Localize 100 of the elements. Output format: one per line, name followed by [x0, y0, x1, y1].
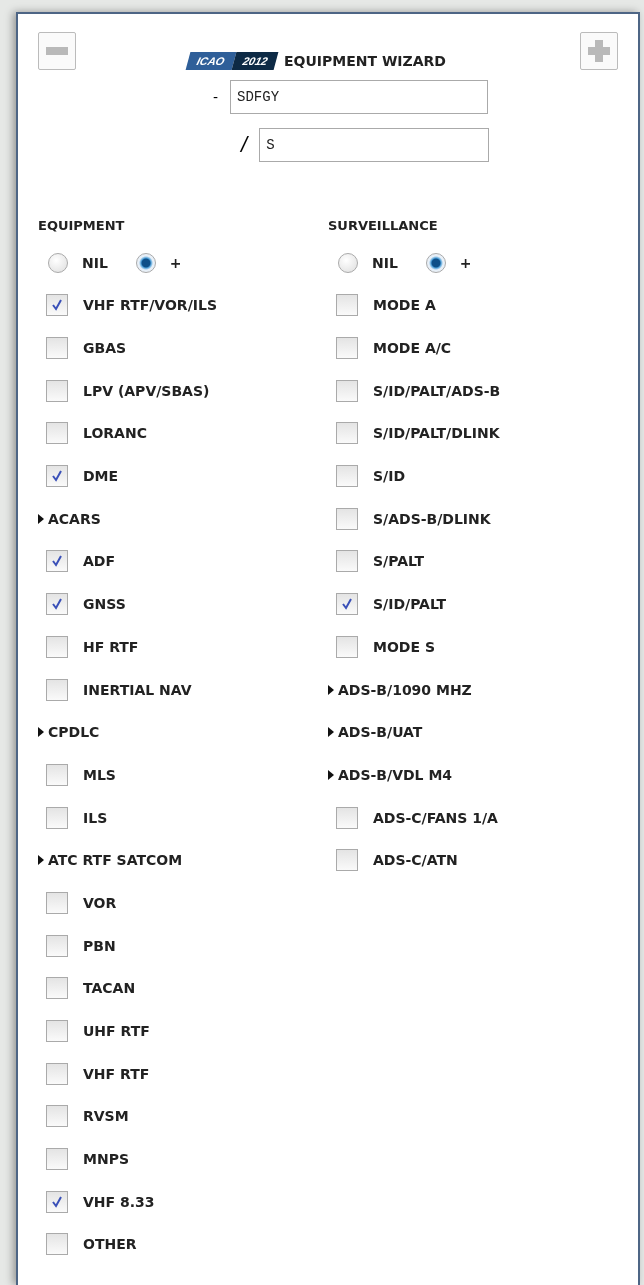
checkbox[interactable]: [336, 294, 358, 317]
checkbox-label: MODE A: [373, 297, 436, 314]
checkbox-label: GBAS: [83, 340, 127, 357]
checkbox[interactable]: [46, 934, 68, 957]
caret-icon: [328, 684, 334, 695]
checkbox[interactable]: [46, 550, 68, 573]
checkbox-label: MODE A/C: [373, 340, 452, 357]
checkbox[interactable]: [336, 635, 358, 658]
checkbox-label: PBN: [83, 937, 116, 954]
checkbox-label: ILS: [83, 809, 108, 826]
checkbox[interactable]: [46, 1062, 68, 1085]
checkbox[interactable]: [46, 1105, 68, 1128]
radio-label: NIL: [372, 255, 398, 271]
check-icon: [340, 597, 354, 612]
plus-icon: [588, 40, 610, 62]
caret-icon: [38, 855, 44, 866]
checkbox-label: S/ADS-B/DLINK: [373, 510, 491, 527]
checkbox-label: OTHER: [83, 1236, 137, 1253]
checkbox[interactable]: [46, 593, 68, 616]
expand-button[interactable]: [580, 32, 618, 70]
checkbox[interactable]: [336, 593, 358, 616]
check-icon: [50, 597, 64, 612]
checkbox-label: LPV (APV/SBAS): [83, 382, 210, 399]
section-heading: EQUIPMENT: [38, 218, 126, 235]
checkbox-label: VHF 8.33: [83, 1193, 155, 1210]
checkbox-label: TACAN: [83, 980, 136, 997]
radio-button[interactable]: [48, 253, 68, 273]
checkbox-label: VOR: [83, 894, 117, 911]
checkbox[interactable]: [46, 635, 68, 658]
checkbox[interactable]: [46, 465, 68, 488]
checkbox[interactable]: [46, 1233, 68, 1256]
checkbox-label: VHF RTF/VOR/ILS: [83, 297, 217, 314]
radio-button[interactable]: [135, 253, 156, 273]
caret-icon: [38, 727, 44, 738]
checkbox[interactable]: [336, 507, 358, 530]
checkbox[interactable]: [46, 379, 68, 402]
checkbox[interactable]: [46, 337, 68, 360]
checkbox-label: ADF: [83, 553, 116, 570]
text-field[interactable]: SDFGY: [230, 80, 489, 114]
checkbox-label: ADS-C/ATN: [373, 852, 458, 869]
checkbox-label: VHF RTF: [83, 1065, 150, 1082]
caret-icon: [38, 513, 44, 524]
radio-button[interactable]: [338, 253, 358, 273]
expander-toggle[interactable]: ADS-B/UAT: [328, 710, 618, 754]
checkbox-label: ADS-C/FANS 1/A: [373, 809, 498, 826]
checkbox[interactable]: [46, 294, 68, 317]
radio-label: NIL: [82, 255, 108, 271]
checkbox[interactable]: [46, 422, 68, 445]
checkbox[interactable]: [46, 1190, 68, 1213]
checkbox[interactable]: [336, 550, 358, 573]
caret-icon: [328, 727, 334, 738]
checkbox[interactable]: [336, 337, 358, 360]
checkbox-label: MODE S: [373, 638, 435, 655]
collapse-button[interactable]: [38, 32, 76, 70]
checkbox[interactable]: [336, 806, 358, 829]
expander-toggle[interactable]: ATC RTF SATCOM: [38, 838, 328, 882]
checkbox[interactable]: [336, 422, 358, 445]
checkbox[interactable]: [46, 678, 68, 701]
check-icon: [50, 1194, 64, 1209]
checkbox-label: S/ID/PALT: [373, 596, 447, 613]
expander-toggle[interactable]: ACARS: [38, 497, 328, 541]
field-prefix: /: [241, 132, 248, 158]
checkbox[interactable]: [46, 1020, 68, 1043]
check-icon: [50, 554, 64, 569]
checkbox-label: INERTIAL NAV: [83, 681, 192, 698]
checkbox-label: HF RTF: [83, 638, 139, 655]
checkbox[interactable]: [46, 891, 68, 914]
checkbox-label: S/ID/PALT/ADS-B: [373, 382, 501, 399]
checkbox[interactable]: [336, 849, 358, 872]
checkbox-label: GNSS: [83, 596, 126, 613]
field-prefix: -: [213, 89, 219, 105]
text-field[interactable]: S: [259, 128, 490, 162]
checkbox-label: S/PALT: [373, 553, 425, 570]
check-icon: [50, 298, 64, 313]
check-icon: [50, 469, 64, 484]
radio-label: +: [459, 255, 472, 271]
checkbox-label: S/ID/PALT/DLINK: [373, 425, 500, 442]
radio-label: +: [169, 255, 182, 271]
checkbox[interactable]: [46, 806, 68, 829]
section-heading: SURVEILLANCE: [328, 218, 439, 235]
checkbox[interactable]: [336, 465, 358, 488]
minus-icon: [46, 47, 68, 55]
expander-toggle[interactable]: ADS-B/1090 MHZ: [328, 668, 618, 711]
checkbox-label: MLS: [83, 766, 116, 783]
checkbox-label: RVSM: [83, 1108, 129, 1125]
logo-badge: ICAO: [185, 52, 236, 70]
checkbox[interactable]: [336, 379, 358, 402]
checkbox[interactable]: [46, 763, 68, 786]
checkbox-label: LORANC: [83, 425, 147, 442]
caret-icon: [328, 769, 334, 780]
expander-toggle[interactable]: ADS-B/VDL M4: [328, 753, 618, 797]
radio-button[interactable]: [425, 253, 446, 273]
expander-toggle[interactable]: CPDLC: [38, 710, 328, 754]
checkbox[interactable]: [46, 1148, 68, 1171]
checkbox-label: MNPS: [83, 1151, 129, 1168]
checkbox-label: UHF RTF: [83, 1023, 150, 1040]
checkbox[interactable]: [46, 977, 68, 1000]
wizard-title: EQUIPMENT WIZARD: [284, 53, 446, 69]
checkbox-label: S/ID: [373, 468, 406, 485]
checkbox-label: DME: [83, 468, 119, 485]
